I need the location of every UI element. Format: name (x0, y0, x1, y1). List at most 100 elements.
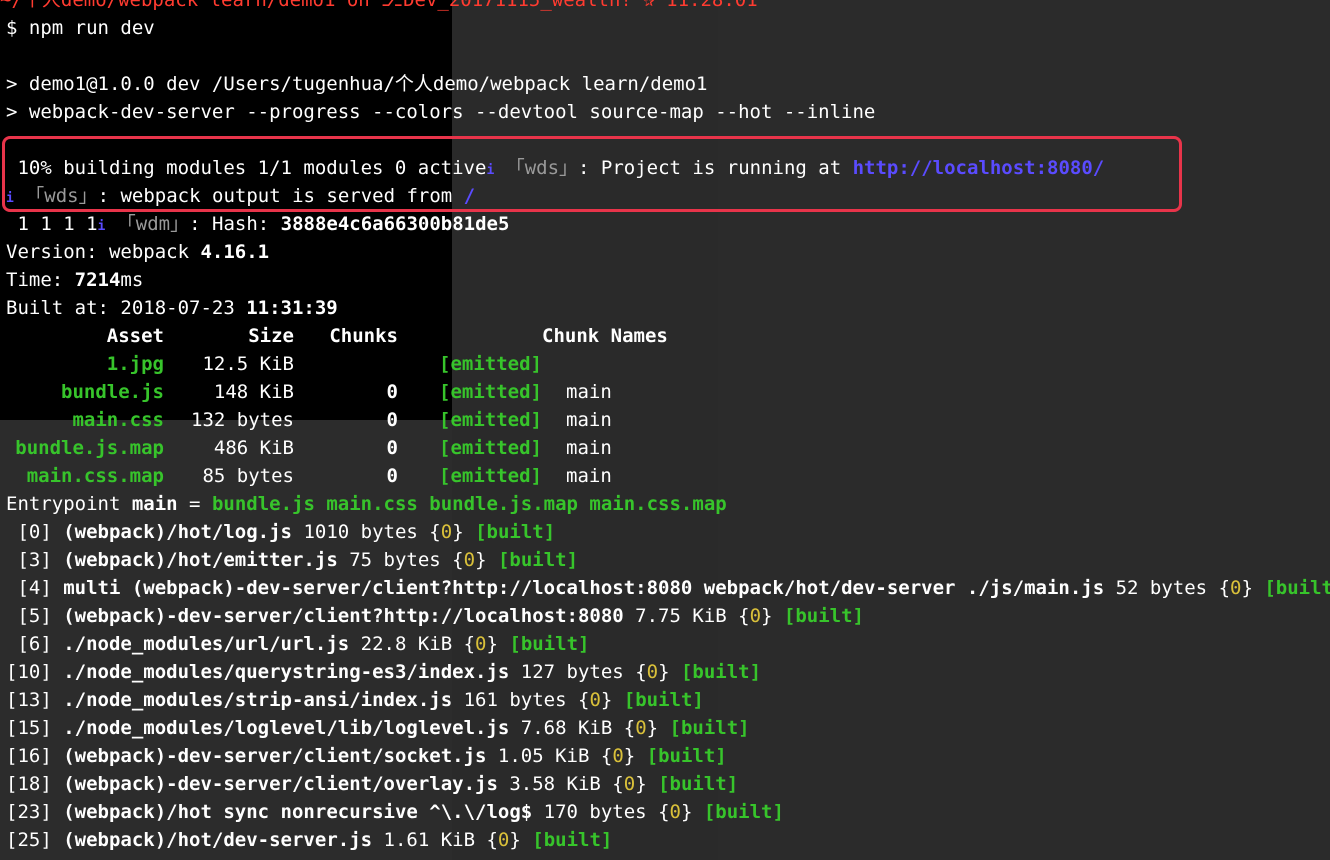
asset-chunk-names: main (566, 381, 612, 403)
module-size: 161 bytes (452, 689, 578, 711)
asset-name: 1.jpg (106, 353, 164, 375)
asset-row: 1.jpg 12.5 KiB [emitted] (6, 350, 1330, 378)
module-size: 7.68 KiB (509, 717, 624, 739)
module-path: ./node_modules/url/url.js (63, 633, 350, 655)
asset-status: [emitted] (439, 409, 542, 431)
script-line-1: > demo1@1.0.0 dev /Users/tugenhua/个人demo… (6, 73, 708, 95)
module-status: [built] (646, 745, 727, 767)
built-at-line: Built at: 2018-07-23 11:31:39 (6, 297, 338, 319)
asset-chunks: 0 (386, 465, 398, 487)
module-size: 1010 bytes (292, 521, 430, 543)
module-status: [built] (497, 549, 579, 571)
module-status: [built] (658, 773, 739, 795)
asset-chunk-names: main (566, 465, 612, 487)
asset-name: bundle.js.map (15, 437, 164, 459)
module-path: (webpack)-dev-server/client?http://local… (63, 605, 624, 627)
module-row: [4] multi (webpack)-dev-server/client?ht… (6, 574, 1330, 602)
asset-table: 1.jpg 12.5 KiB [emitted] bundle.js 148 KiB 0 [… (6, 350, 1330, 490)
module-chunk: 0 (475, 633, 487, 655)
asset-chunks: 0 (386, 409, 398, 431)
module-id: [10] (6, 661, 52, 683)
module-row: [23] (webpack)/hot sync nonrecursive ^\.… (6, 801, 784, 823)
module-row: [6] ./node_modules/url/url.js 22.8 KiB {… (6, 633, 590, 655)
module-row: [18] (webpack)-dev-server/client/overlay… (6, 773, 739, 795)
module-chunk: 0 (669, 801, 681, 823)
asset-size: 132 bytes (191, 409, 294, 431)
module-id: [5] (6, 605, 52, 627)
module-path: (webpack)/hot sync nonrecursive ^\.\/log… (63, 801, 533, 823)
asset-size: 85 bytes (202, 465, 294, 487)
asset-name: bundle.js (61, 381, 164, 403)
module-path: multi (webpack)-dev-server/client?http:/… (63, 577, 1105, 599)
module-status: [built] (475, 521, 556, 543)
asset-name: main.css (72, 409, 164, 431)
module-id: [25] (6, 829, 52, 851)
module-id: [0] (6, 521, 52, 543)
module-chunk: 0 (497, 829, 510, 851)
module-size: 22.8 KiB (349, 633, 464, 655)
module-status: [built] (532, 829, 613, 851)
module-path: (webpack)/hot/dev-server.js (63, 829, 373, 851)
module-status: [built] (680, 661, 762, 683)
asset-row: main.css.map 85 bytes 0 [emitted] main (6, 462, 1330, 490)
module-size: 1.05 KiB (486, 745, 601, 767)
module-chunk: 0 (1230, 577, 1242, 599)
asset-size: 148 KiB (213, 381, 294, 403)
module-status: [built] (623, 689, 704, 711)
terminal-output: $ npm run dev > demo1@1.0.0 dev /Users/t… (6, 0, 1330, 854)
module-chunk: 0 (635, 717, 647, 739)
module-id: [23] (6, 801, 52, 823)
module-status: [built] (1264, 577, 1330, 599)
asset-chunk-names: main (566, 409, 612, 431)
module-path: ./node_modules/loglevel/lib/loglevel.js (63, 717, 510, 739)
asset-status: [emitted] (439, 437, 542, 459)
module-path: (webpack)/hot/log.js (63, 521, 292, 543)
asset-table-header: Asset Size Chunks Chunk Names (106, 325, 668, 347)
version-line: Version: webpack 4.16.1 (6, 241, 270, 263)
module-id: [3] (6, 549, 52, 571)
asset-name: main.css.map (26, 465, 164, 487)
module-status: [built] (669, 717, 750, 739)
module-row: [5] (webpack)-dev-server/client?http://l… (6, 605, 864, 627)
module-size: 52 bytes (1104, 577, 1219, 599)
asset-status: [emitted] (439, 381, 542, 403)
module-size: 7.75 KiB (623, 605, 739, 627)
asset-row: bundle.js.map 486 KiB 0 [emitted] main (6, 434, 1330, 462)
module-row: [15] ./node_modules/loglevel/lib/logleve… (6, 717, 750, 739)
time-line: Time: 7214ms (6, 269, 144, 291)
module-id: [15] (6, 717, 52, 739)
module-row: [3] (webpack)/hot/emitter.js 75 bytes {0… (6, 549, 579, 571)
module-id: [6] (6, 633, 52, 655)
asset-status: [emitted] (439, 465, 542, 487)
module-chunk: 0 (463, 549, 476, 571)
module-row: [16] (webpack)-dev-server/client/socket.… (6, 745, 727, 767)
module-path: ./node_modules/querystring-es3/index.js (63, 661, 510, 683)
module-path: (webpack)-dev-server/client/socket.js (63, 745, 487, 767)
module-status: [built] (509, 633, 590, 655)
module-chunk: 0 (589, 689, 601, 711)
asset-size: 486 KiB (213, 437, 294, 459)
asset-row: bundle.js 148 KiB 0 [emitted] main (6, 378, 1330, 406)
module-row: [0] (webpack)/hot/log.js 1010 bytes {0} … (6, 521, 556, 543)
entrypoint-line: Entrypoint main = bundle.js main.css bun… (6, 493, 727, 515)
module-id: [13] (6, 689, 52, 711)
asset-chunks: 0 (386, 437, 398, 459)
asset-chunks: 0 (386, 381, 398, 403)
module-status: [built] (783, 605, 864, 627)
terminal-window[interactable]: ~/个人demo/webpack learn/demo1 on ⎇Dev_201… (0, 0, 1330, 860)
module-chunk: 0 (440, 521, 453, 543)
command-line: $ npm run dev (6, 17, 155, 39)
module-size: 127 bytes (509, 661, 636, 683)
module-size: 75 bytes (337, 549, 453, 571)
module-row: [25] (webpack)/hot/dev-server.js 1.61 Ki… (6, 829, 613, 851)
module-chunk: 0 (646, 661, 659, 683)
module-chunk: 0 (623, 773, 636, 795)
module-path: (webpack)/hot/emitter.js (63, 549, 338, 571)
asset-size: 12.5 KiB (202, 353, 294, 375)
asset-row: main.css 132 bytes 0 [emitted] main (6, 406, 1330, 434)
module-chunk: 0 (612, 745, 624, 767)
script-line-2: > webpack-dev-server --progress --colors… (6, 101, 876, 123)
module-status: [built] (703, 801, 784, 823)
module-id: [18] (6, 773, 52, 795)
highlight-box (2, 136, 1182, 212)
